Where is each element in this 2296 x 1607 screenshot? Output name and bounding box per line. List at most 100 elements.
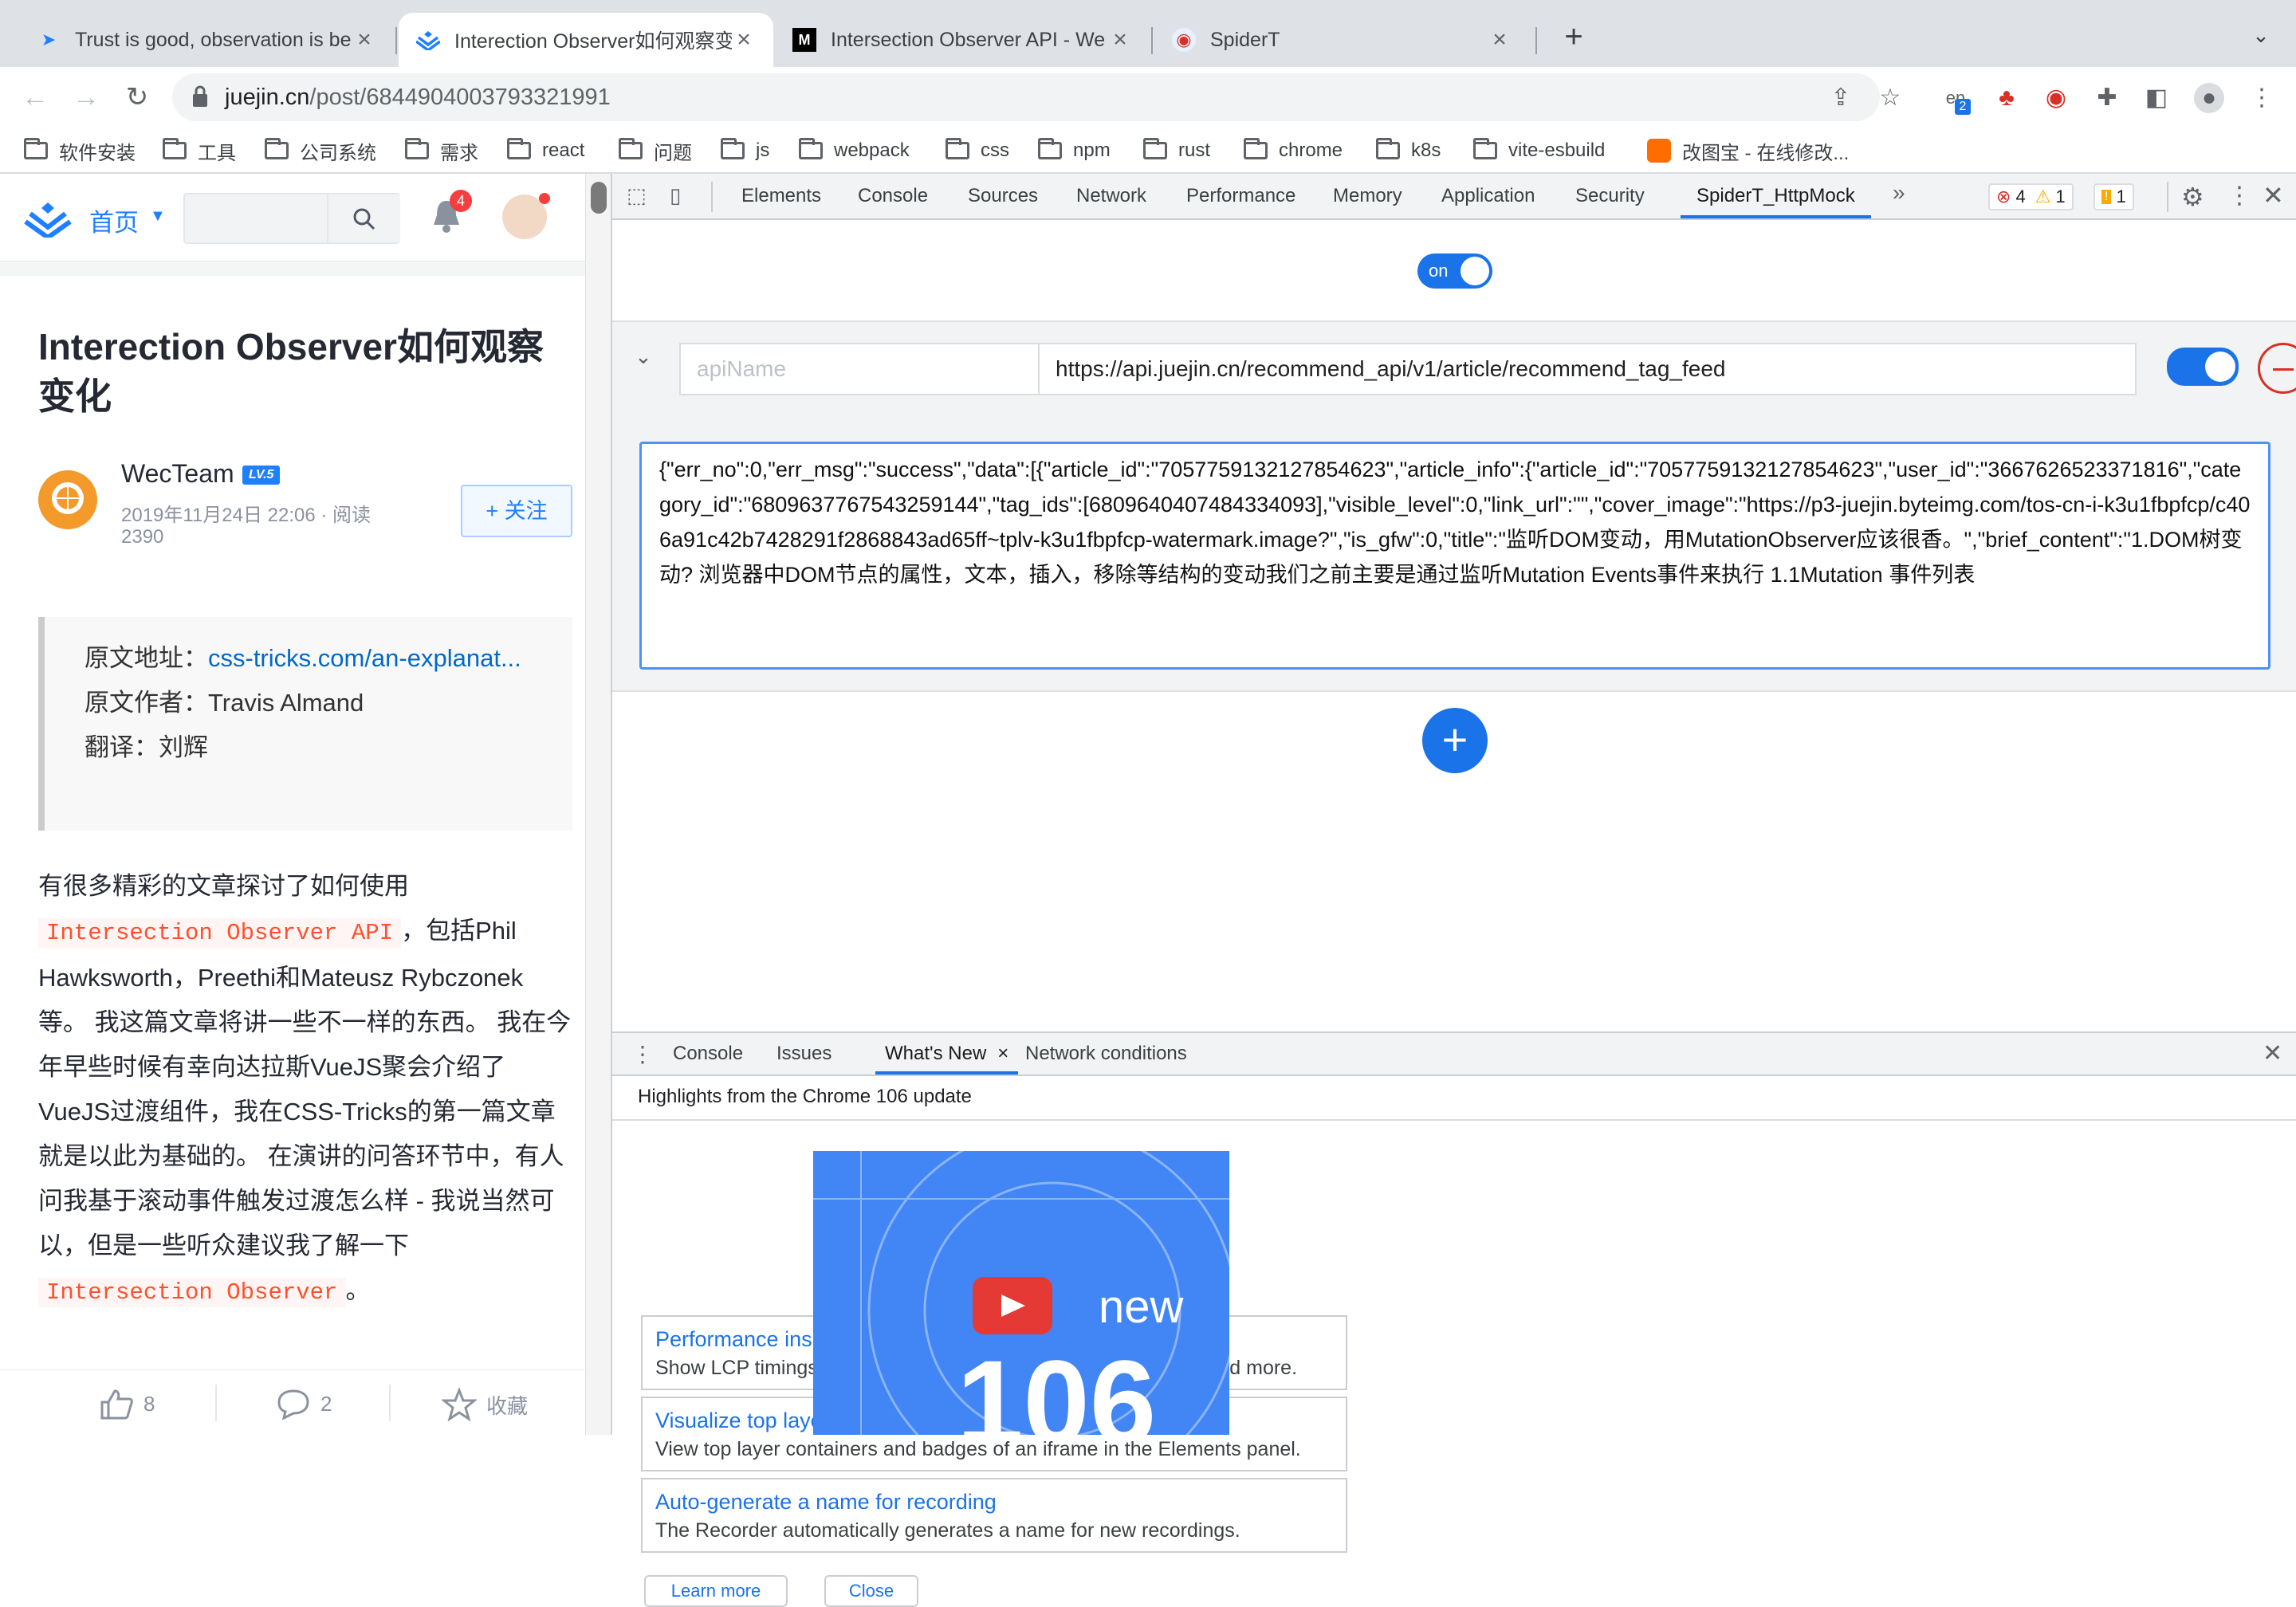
bookmark-folder[interactable]: vite-esbuild (1473, 136, 1605, 166)
collapse-chevron-icon[interactable]: ⌄ (635, 344, 652, 369)
drawer-tab-console[interactable]: Console (673, 1033, 743, 1075)
user-avatar[interactable] (502, 193, 550, 239)
tab-security[interactable]: Security (1575, 174, 1645, 218)
rule-enable-toggle[interactable] (2167, 348, 2239, 386)
search-input[interactable] (183, 193, 400, 244)
bookmark-folder[interactable]: 问题 (619, 136, 692, 166)
bookmark-folder[interactable]: webpack (799, 136, 910, 166)
drawer-tab-network-conditions[interactable]: Network conditions (1025, 1033, 1187, 1075)
settings-gear-icon[interactable]: ⚙ (2181, 182, 2204, 212)
spidert-extension-icon[interactable]: ◉ (2041, 83, 2071, 113)
mock-url-input[interactable]: https://api.juejin.cn/recommend_api/v1/a… (1038, 343, 2137, 395)
bookmark-folder[interactable]: 需求 (405, 136, 478, 166)
drawer-tab-whats-new[interactable]: What's New × (875, 1033, 1019, 1075)
close-tab-icon[interactable]: × (352, 26, 376, 53)
more-tabs-chevron-icon[interactable]: » (1893, 180, 1905, 206)
devtools-menu-icon[interactable]: ⋮ (2227, 182, 2251, 210)
bookmark-folder[interactable]: 工具 (163, 136, 236, 166)
tab-application[interactable]: Application (1441, 174, 1535, 218)
juejin-favicon-icon (416, 28, 440, 52)
profile-avatar-icon[interactable]: ● (2194, 83, 2224, 113)
forward-button[interactable]: → (70, 81, 102, 113)
tab-search-chevron-icon[interactable]: ⌄ (2247, 21, 2275, 49)
device-toolbar-icon[interactable]: ▯ (670, 183, 697, 210)
separator (711, 182, 713, 212)
bookmark-folder[interactable]: js (721, 136, 769, 166)
drawer-menu-icon[interactable]: ⋮ (631, 1041, 654, 1067)
issues-counter[interactable]: ! 1 (2094, 183, 2134, 210)
add-rule-button[interactable]: + (1422, 708, 1488, 773)
bookmark-folder[interactable]: chrome (1244, 136, 1343, 166)
search-button[interactable] (327, 194, 400, 242)
follow-button[interactable]: + 关注 (461, 485, 572, 537)
learn-more-button[interactable]: Learn more (644, 1575, 788, 1607)
bookmark-folder[interactable]: css (946, 136, 1009, 166)
org-extension-icon[interactable]: ♣ (1991, 83, 2022, 113)
close-devtools-icon[interactable]: ✕ (2263, 180, 2284, 210)
inline-code: Intersection Observer (38, 1278, 346, 1307)
folder-icon (405, 138, 429, 159)
bookmark-folder[interactable]: react (507, 136, 584, 166)
inspect-element-icon[interactable]: ⬚ (627, 183, 654, 210)
browser-tab-3[interactable]: M Intersection Observer API - We × (775, 13, 1150, 67)
bookmark-folder[interactable]: 公司系统 (265, 136, 376, 166)
browser-menu-icon[interactable]: ⋮ (2247, 83, 2277, 113)
browser-tab-2[interactable]: Interection Observer如何观察变 × (399, 13, 773, 67)
author-avatar[interactable] (38, 470, 97, 529)
delete-rule-button[interactable] (2258, 343, 2296, 394)
bookmark-folder[interactable]: npm (1038, 136, 1111, 166)
divider (215, 1385, 217, 1421)
nav-caret-icon[interactable]: ▼ (150, 207, 166, 226)
bookmark-star-icon[interactable]: ☆ (1875, 83, 1905, 113)
close-tab-icon[interactable]: × (732, 26, 756, 53)
feature-card-title[interactable]: Auto-generate a name for recording (655, 1487, 1333, 1516)
scrollbar-thumb[interactable] (591, 182, 607, 214)
browser-tab-4[interactable]: ◉ SpiderT × (1154, 13, 1529, 67)
apiname-input[interactable]: apiName (679, 343, 1040, 395)
collect-button[interactable]: 收藏 (442, 1388, 528, 1421)
close-tab-icon[interactable]: × (1108, 26, 1132, 53)
author-name[interactable]: WecTeam (121, 459, 234, 489)
source-link[interactable]: css-tricks.com/an-explanat... (208, 644, 521, 672)
translate-extension-icon[interactable]: en 2 (1940, 83, 1971, 115)
whats-new-heading: Highlights from the Chrome 106 update (638, 1086, 972, 1107)
tab-sources[interactable]: Sources (968, 174, 1038, 218)
tab-network[interactable]: Network (1076, 174, 1146, 218)
tab-console[interactable]: Console (858, 174, 928, 218)
drawer-tab-issues[interactable]: Issues (776, 1033, 832, 1075)
feature-card-desc: View top layer containers and badges of … (655, 1438, 1301, 1460)
back-button[interactable]: ← (19, 81, 51, 113)
juejin-logo-icon[interactable] (24, 201, 72, 242)
chrome-106-promo-image: new 106 (813, 1151, 1229, 1435)
close-drawer-icon[interactable]: ✕ (2263, 1039, 2282, 1067)
side-panel-icon[interactable]: ◧ (2141, 83, 2172, 113)
address-bar[interactable]: juejin.cn/post/6844904003793321991 (172, 73, 1880, 121)
share-icon[interactable]: ⇪ (1826, 83, 1856, 113)
bookmark-link[interactable]: 改图宝 - 在线修改... (1647, 136, 1849, 166)
reload-button[interactable]: ↻ (121, 81, 153, 113)
mock-response-textarea[interactable]: {"err_no":0,"err_msg":"success","data":[… (639, 442, 2270, 670)
comment-button[interactable]: 2 (276, 1388, 332, 1420)
global-mock-toggle[interactable]: on (1417, 253, 1492, 289)
page-scrollbar[interactable] (585, 174, 611, 1435)
close-tab-icon[interactable]: × (1488, 26, 1512, 53)
new-tab-button[interactable]: + (1556, 19, 1591, 54)
close-tab-icon[interactable]: × (997, 1043, 1008, 1064)
tab-spidert-httpmock[interactable]: SpiderT_HttpMock (1681, 174, 1871, 218)
tab-performance[interactable]: Performance (1186, 174, 1295, 218)
bookmark-folder[interactable]: k8s (1376, 136, 1441, 166)
nav-home[interactable]: 首页 (89, 202, 139, 238)
inline-code: Intersection Observer API (38, 918, 402, 948)
bookmark-folder[interactable]: rust (1143, 136, 1210, 166)
like-button[interactable]: 8 (99, 1388, 155, 1420)
extensions-puzzle-icon[interactable]: ✚ (2092, 83, 2122, 113)
error-warning-counter[interactable]: ⊗ 4 ⚠ 1 (1988, 183, 2074, 210)
tab-memory[interactable]: Memory (1333, 174, 1402, 218)
notification-bell-icon[interactable]: 4 (431, 190, 472, 236)
close-button[interactable]: Close (824, 1575, 918, 1607)
feature-card[interactable]: Auto-generate a name for recording The R… (641, 1478, 1347, 1553)
toggle-knob (2205, 352, 2235, 382)
tab-elements[interactable]: Elements (741, 174, 821, 218)
bookmark-folder[interactable]: 软件安装 (24, 136, 136, 166)
browser-tab-1[interactable]: ➤ Trust is good, observation is be × (19, 13, 394, 67)
